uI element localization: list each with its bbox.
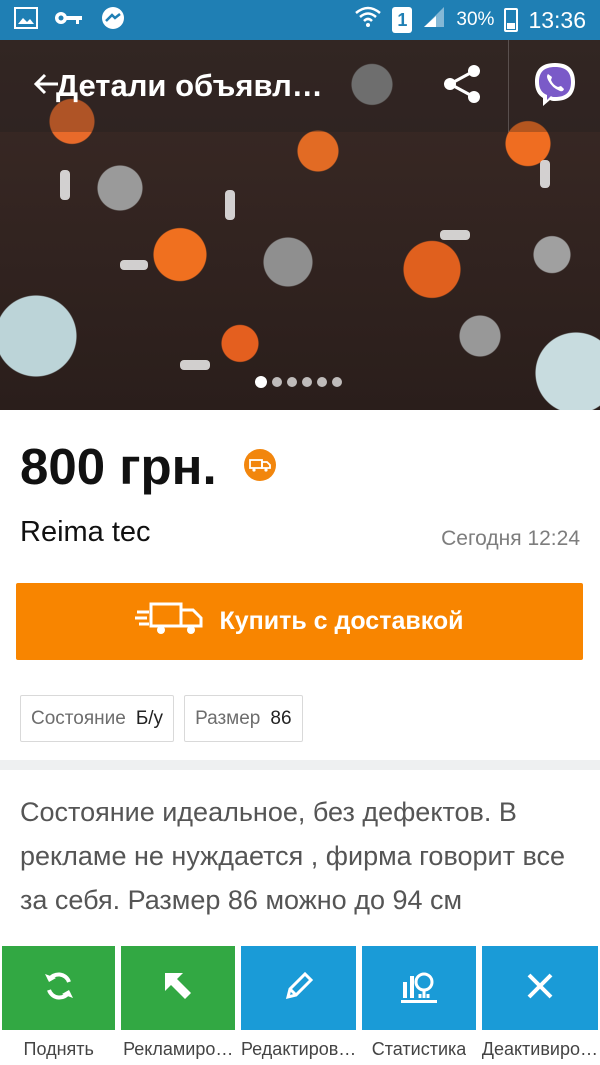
action-label: Поднять bbox=[23, 1039, 94, 1059]
wifi-icon bbox=[354, 6, 382, 34]
action-edit[interactable]: Редактиров… bbox=[240, 946, 357, 1065]
listing-date: Сегодня 12:24 bbox=[441, 527, 580, 550]
listing-params: Состояние Б/у Размер 86 bbox=[20, 695, 303, 742]
action-deactivate[interactable]: Деактивиро… bbox=[481, 946, 598, 1065]
param-size: Размер 86 bbox=[184, 695, 303, 742]
battery-icon bbox=[504, 8, 519, 32]
viber-button[interactable] bbox=[508, 40, 600, 132]
param-label: Размер bbox=[195, 707, 261, 729]
action-label: Деактивиро… bbox=[481, 1039, 598, 1059]
battery-percent: 30% bbox=[456, 9, 495, 30]
gallery-icon bbox=[14, 6, 38, 34]
param-value: Б/у bbox=[135, 707, 164, 729]
arrow-up-left-icon bbox=[161, 969, 195, 1008]
action-statistics[interactable]: Статистика bbox=[362, 946, 476, 1065]
raise-button[interactable] bbox=[2, 946, 116, 1030]
param-value: 86 bbox=[270, 707, 292, 729]
pencil-icon bbox=[282, 969, 316, 1008]
share-button[interactable] bbox=[416, 40, 508, 132]
refresh-icon bbox=[41, 968, 77, 1009]
gallery-pagination bbox=[255, 376, 342, 388]
buy-button-label: Купить с доставкой bbox=[219, 607, 464, 635]
promote-button[interactable] bbox=[121, 946, 235, 1030]
pagination-dot[interactable] bbox=[302, 377, 312, 387]
page-title: Детали объявл… bbox=[56, 68, 323, 103]
action-raise[interactable]: Поднять bbox=[2, 946, 116, 1065]
param-condition: Состояние Б/у bbox=[20, 695, 175, 742]
listing-title: Reima tec bbox=[20, 516, 151, 548]
buy-with-delivery-button[interactable]: Купить с доставкой bbox=[16, 583, 583, 660]
close-icon bbox=[525, 971, 555, 1006]
sim-slot-indicator: 1 bbox=[392, 7, 413, 33]
app-toolbar: Детали объявл… bbox=[0, 40, 600, 132]
price: 800 грн. bbox=[20, 438, 217, 495]
pagination-dot[interactable] bbox=[332, 377, 342, 387]
listing-description: Состояние идеальное, без дефектов. В рек… bbox=[20, 797, 566, 915]
action-label: Статистика bbox=[371, 1039, 467, 1059]
pagination-dot[interactable] bbox=[287, 377, 297, 387]
pagination-dot[interactable] bbox=[255, 376, 267, 388]
status-bar: 1 30% 13:36 bbox=[0, 0, 600, 40]
share-icon bbox=[440, 62, 484, 111]
clock: 13:36 bbox=[528, 6, 586, 33]
pagination-dot[interactable] bbox=[317, 377, 327, 387]
pagination-dot[interactable] bbox=[272, 377, 282, 387]
statistics-icon bbox=[399, 968, 439, 1009]
action-promote[interactable]: Рекламиро… bbox=[121, 946, 235, 1065]
statistics-button[interactable] bbox=[362, 946, 476, 1030]
photo-gallery[interactable]: Детали объявл… bbox=[0, 40, 600, 410]
delivery-truck-icon bbox=[244, 449, 276, 481]
key-icon bbox=[54, 10, 84, 31]
viber-icon bbox=[531, 60, 579, 113]
action-label: Редактиров… bbox=[240, 1039, 357, 1059]
delivery-truck-icon bbox=[135, 600, 203, 643]
param-label: Состояние bbox=[31, 707, 126, 729]
tool-icon bbox=[100, 6, 126, 35]
signal-icon bbox=[422, 5, 446, 35]
action-label: Рекламиро… bbox=[123, 1039, 234, 1059]
deactivate-button[interactable] bbox=[481, 946, 598, 1030]
edit-button[interactable] bbox=[240, 946, 357, 1030]
action-bar: Поднять Рекламиро… Редактиров… Статистик… bbox=[0, 943, 600, 1065]
